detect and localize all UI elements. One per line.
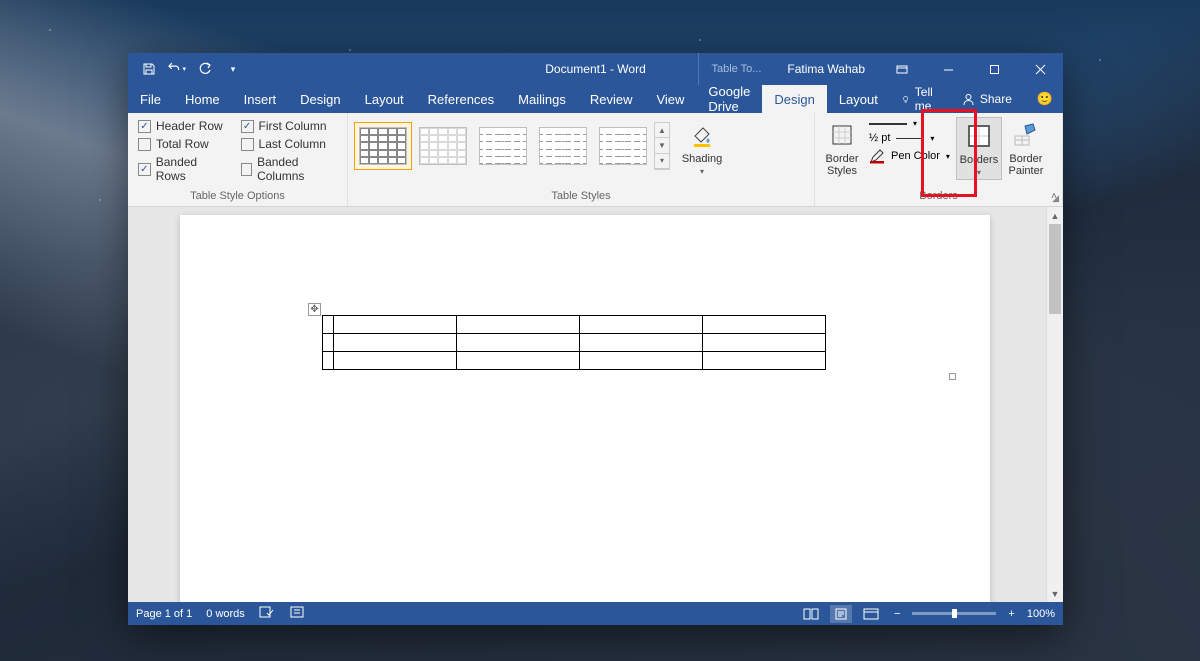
table-style-item[interactable] bbox=[414, 122, 472, 170]
tell-me-label: Tell me bbox=[915, 85, 938, 113]
status-bar: Page 1 of 1 0 words − + 100% bbox=[128, 602, 1063, 625]
ribbon: ✓Header Row ✓First Column Total Row Last… bbox=[128, 113, 1063, 207]
scroll-up-button[interactable]: ▲ bbox=[1047, 207, 1063, 224]
check-label: First Column bbox=[259, 119, 327, 133]
word-window: ▾ ▾ Document1 - Word Table To... Fatima … bbox=[128, 53, 1063, 625]
scroll-thumb[interactable] bbox=[1049, 224, 1061, 314]
tab-view[interactable]: View bbox=[644, 85, 696, 113]
border-painter-icon bbox=[1010, 119, 1042, 151]
borders-icon bbox=[963, 120, 995, 152]
border-styles-label: Border Styles bbox=[825, 153, 858, 177]
zoom-level[interactable]: 100% bbox=[1027, 608, 1055, 620]
scroll-down-button[interactable]: ▼ bbox=[1047, 585, 1063, 602]
document-area: ✥ ▲ ▼ bbox=[128, 207, 1063, 602]
close-button[interactable] bbox=[1017, 53, 1063, 85]
table-style-item[interactable] bbox=[534, 122, 592, 170]
table-style-item[interactable] bbox=[474, 122, 532, 170]
spell-check-icon[interactable] bbox=[259, 605, 275, 622]
check-total-row[interactable]: Total Row bbox=[138, 137, 229, 151]
group-label: Table Style Options bbox=[134, 188, 341, 204]
table-style-item[interactable] bbox=[354, 122, 412, 170]
tab-references[interactable]: References bbox=[416, 85, 506, 113]
share-button[interactable]: Share bbox=[950, 92, 1024, 106]
table-resize-handle[interactable] bbox=[949, 373, 956, 380]
emoji-icon: 🙂 bbox=[1024, 91, 1066, 107]
pen-weight-selector[interactable]: ½ pt▾ bbox=[869, 132, 950, 144]
document-title: Document1 - Word bbox=[545, 62, 645, 76]
tab-table-design[interactable]: Design bbox=[762, 85, 826, 113]
check-label: Banded Rows bbox=[156, 155, 229, 183]
undo-button[interactable]: ▾ bbox=[168, 60, 186, 78]
page[interactable]: ✥ bbox=[180, 215, 990, 602]
zoom-out-button[interactable]: − bbox=[890, 608, 904, 620]
tab-review[interactable]: Review bbox=[578, 85, 645, 113]
web-layout-button[interactable] bbox=[860, 605, 882, 623]
minimize-button[interactable] bbox=[925, 53, 971, 85]
group-table-styles: ▲▼▾ Shading ▾ Table Styles bbox=[348, 113, 815, 206]
line-style-selector[interactable]: ▾ bbox=[869, 119, 950, 128]
check-last-column[interactable]: Last Column bbox=[241, 137, 337, 151]
table-style-item[interactable] bbox=[594, 122, 652, 170]
ribbon-tabs: File Home Insert Design Layout Reference… bbox=[128, 85, 1063, 113]
border-styles-button[interactable]: Border Styles bbox=[821, 117, 863, 179]
tab-design[interactable]: Design bbox=[288, 85, 352, 113]
tab-file[interactable]: File bbox=[128, 85, 173, 113]
shading-button[interactable]: Shading ▾ bbox=[678, 117, 726, 178]
pen-color-label: Pen Color bbox=[891, 150, 940, 162]
check-label: Header Row bbox=[156, 119, 223, 133]
table-style-gallery: ▲▼▾ bbox=[354, 117, 670, 175]
pen-color-button[interactable]: Pen Color▾ bbox=[869, 148, 950, 164]
tab-google-drive[interactable]: Google Drive bbox=[696, 85, 762, 113]
pen-weight-label: ½ pt bbox=[869, 132, 890, 144]
read-mode-button[interactable] bbox=[800, 605, 822, 623]
group-borders: Border Styles ▾ ½ pt▾ Pen Color▾ Borders… bbox=[815, 113, 1063, 206]
paint-bucket-icon bbox=[686, 119, 718, 151]
tell-me-search[interactable]: Tell me bbox=[890, 85, 950, 113]
border-painter-label: Border Painter bbox=[1009, 153, 1044, 177]
gallery-more-button[interactable]: ▲▼▾ bbox=[654, 122, 670, 170]
customize-qat-button[interactable]: ▾ bbox=[224, 60, 242, 78]
check-label: Last Column bbox=[259, 137, 326, 151]
zoom-slider[interactable] bbox=[912, 612, 996, 615]
table-move-handle[interactable]: ✥ bbox=[308, 303, 321, 316]
pen-icon bbox=[869, 148, 885, 164]
check-first-column[interactable]: ✓First Column bbox=[241, 119, 337, 133]
redo-button[interactable] bbox=[196, 60, 214, 78]
tab-home[interactable]: Home bbox=[173, 85, 232, 113]
document-table[interactable] bbox=[322, 315, 826, 370]
table-tools-label: Table To... bbox=[698, 53, 773, 85]
borders-label: Borders bbox=[960, 154, 999, 166]
group-label: Borders bbox=[821, 188, 1056, 204]
tab-layout[interactable]: Layout bbox=[353, 85, 416, 113]
borders-button[interactable]: Borders ▾ bbox=[956, 117, 1002, 180]
save-button[interactable] bbox=[140, 60, 158, 78]
print-layout-button[interactable] bbox=[830, 605, 852, 623]
tab-mailings[interactable]: Mailings bbox=[506, 85, 578, 113]
check-banded-columns[interactable]: Banded Columns bbox=[241, 155, 337, 183]
lightbulb-icon bbox=[902, 93, 910, 106]
check-header-row[interactable]: ✓Header Row bbox=[138, 119, 229, 133]
group-label: Table Styles bbox=[354, 188, 808, 204]
check-banded-rows[interactable]: ✓Banded Rows bbox=[138, 155, 229, 183]
zoom-in-button[interactable]: + bbox=[1004, 608, 1018, 620]
title-bar: ▾ ▾ Document1 - Word Table To... Fatima … bbox=[128, 53, 1063, 85]
maximize-button[interactable] bbox=[971, 53, 1017, 85]
user-name: Fatima Wahab bbox=[773, 62, 879, 76]
word-count[interactable]: 0 words bbox=[206, 608, 245, 620]
tab-table-layout[interactable]: Layout bbox=[827, 85, 890, 113]
check-label: Total Row bbox=[156, 137, 209, 151]
macro-icon[interactable] bbox=[289, 605, 305, 622]
ribbon-display-options-button[interactable] bbox=[879, 53, 925, 85]
person-icon bbox=[962, 93, 975, 106]
shading-label: Shading bbox=[682, 153, 722, 165]
border-styles-icon bbox=[826, 119, 858, 151]
border-painter-button[interactable]: Border Painter bbox=[1004, 117, 1048, 179]
check-label: Banded Columns bbox=[257, 155, 337, 183]
share-label: Share bbox=[980, 92, 1012, 106]
group-table-style-options: ✓Header Row ✓First Column Total Row Last… bbox=[128, 113, 348, 206]
vertical-scrollbar[interactable]: ▲ ▼ bbox=[1046, 207, 1063, 602]
collapse-ribbon-button[interactable]: ˄ bbox=[1049, 189, 1059, 204]
tab-insert[interactable]: Insert bbox=[232, 85, 289, 113]
page-indicator[interactable]: Page 1 of 1 bbox=[136, 608, 192, 620]
